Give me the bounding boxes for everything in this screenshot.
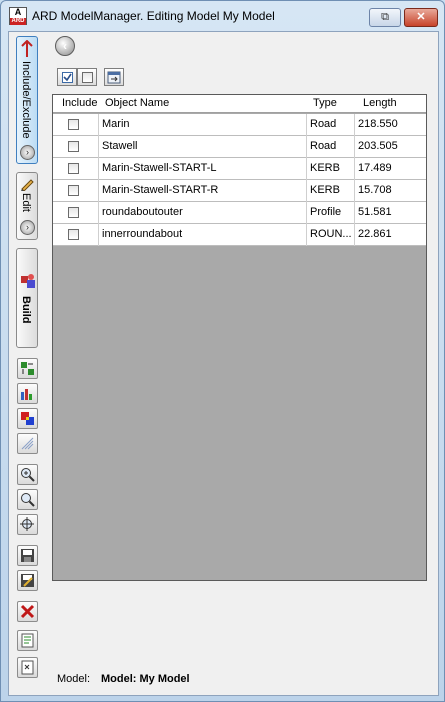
pencil-icon: [21, 179, 34, 191]
object-name-cell: innerroundabout: [99, 224, 307, 246]
window-title: ARD ModelManager. Editing Model My Model: [32, 9, 275, 23]
tab-edit-label: Edit: [20, 193, 32, 212]
report-tool-button[interactable]: [17, 630, 38, 651]
chart-icon: [21, 389, 32, 400]
build-icon: [21, 274, 35, 288]
chevron-right-icon: ›: [20, 220, 35, 235]
table-row[interactable]: Marin-Stawell-START-L KERB 17.489: [53, 158, 426, 180]
back-arrow-icon: ‹: [63, 39, 67, 53]
type-cell: KERB: [307, 158, 355, 180]
object-name-cell: Marin-Stawell-START-R: [99, 180, 307, 202]
properties-icon: [107, 71, 121, 83]
zoom-extents-icon: [20, 517, 34, 531]
tab-include-exclude-label: Include/Exclude: [20, 61, 32, 139]
include-cell: [53, 224, 99, 246]
export-tool-button[interactable]: [17, 358, 38, 379]
select-all-checkbox-icon: [61, 71, 73, 83]
include-cell: [53, 180, 99, 202]
window: A ARD ARD ModelManager. Editing Model My…: [0, 0, 445, 702]
column-header-object-name[interactable]: Object Name: [105, 97, 169, 109]
table-row[interactable]: Stawell Road 203.505: [53, 136, 426, 158]
include-cell: [53, 158, 99, 180]
layers-icon: [21, 437, 34, 450]
save-as-icon: [21, 574, 34, 587]
app-icon-letter: A: [14, 7, 22, 17]
properties-button[interactable]: [104, 68, 124, 86]
objects-table: Include Object Name Type Length Marin Ro…: [52, 94, 427, 581]
client-area: Include/Exclude › Edit › Build ‹ Include…: [8, 31, 439, 696]
delete-icon: [20, 604, 35, 619]
info-tool-button[interactable]: [17, 657, 38, 678]
include-checkbox[interactable]: [68, 119, 79, 130]
restore-button[interactable]: ⧉: [369, 8, 401, 27]
table-row[interactable]: roundaboutouter Profile 51.581: [53, 202, 426, 224]
include-checkbox[interactable]: [68, 229, 79, 240]
tab-include-exclude[interactable]: Include/Exclude ›: [16, 36, 38, 164]
deselect-all-checkbox-icon: [81, 71, 93, 83]
include-cell: [53, 136, 99, 158]
close-icon: ✕: [416, 11, 426, 23]
color-tool-button[interactable]: [17, 408, 38, 429]
length-cell: 51.581: [358, 206, 392, 218]
include-checkbox[interactable]: [68, 163, 79, 174]
type-cell: KERB: [307, 180, 355, 202]
chart-tool-button[interactable]: [17, 383, 38, 404]
export-icon: [21, 362, 34, 375]
column-header-type[interactable]: Type: [313, 97, 337, 109]
save-icon: [21, 549, 34, 562]
zoom-extents-tool-button[interactable]: [17, 514, 38, 535]
zoom-in-tool-button[interactable]: [17, 464, 38, 485]
save-as-tool-button[interactable]: [17, 570, 38, 591]
delete-tool-button[interactable]: [17, 601, 38, 622]
zoom-in-icon: [21, 468, 35, 482]
select-all-button[interactable]: [57, 68, 77, 86]
report-icon: [21, 633, 34, 648]
object-name-cell: Marin: [99, 114, 307, 136]
tab-build-label: Build: [20, 296, 32, 324]
tab-edit[interactable]: Edit ›: [16, 172, 38, 240]
title-bar: A ARD ARD ModelManager. Editing Model My…: [1, 1, 444, 31]
zoom-tool-button[interactable]: [17, 489, 38, 510]
back-button[interactable]: ‹: [55, 36, 75, 56]
length-cell: 15.708: [358, 184, 392, 196]
type-cell: Road: [307, 114, 355, 136]
column-header-include[interactable]: Include: [62, 97, 97, 109]
status-value: Model: My Model: [101, 673, 190, 685]
color-icon: [21, 412, 34, 425]
info-icon: [21, 660, 34, 675]
chevron-right-icon: ›: [20, 145, 35, 160]
column-header-length[interactable]: Length: [363, 97, 397, 109]
length-cell: 17.489: [358, 162, 392, 174]
object-name-cell: roundaboutouter: [99, 202, 307, 224]
type-cell: ROUN...: [307, 224, 355, 246]
table-row[interactable]: Marin Road 218.550: [53, 114, 426, 136]
include-cell: [53, 202, 99, 224]
table-row[interactable]: innerroundabout ROUN... 22.861: [53, 224, 426, 246]
zoom-icon: [21, 493, 35, 507]
length-cell: 218.550: [358, 118, 398, 130]
include-cell: [53, 114, 99, 136]
length-cell: 22.861: [358, 228, 392, 240]
include-checkbox[interactable]: [68, 141, 79, 152]
save-tool-button[interactable]: [17, 545, 38, 566]
include-checkbox[interactable]: [68, 185, 79, 196]
table-header: Include Object Name Type Length: [53, 95, 426, 113]
object-name-cell: Marin-Stawell-START-L: [99, 158, 307, 180]
table-row[interactable]: Marin-Stawell-START-R KERB 15.708: [53, 180, 426, 202]
app-icon-sub: ARD: [10, 18, 26, 25]
object-name-cell: Stawell: [99, 136, 307, 158]
type-cell: Profile: [307, 202, 355, 224]
deselect-all-button[interactable]: [77, 68, 97, 86]
close-button[interactable]: ✕: [404, 8, 438, 27]
include-checkbox[interactable]: [68, 207, 79, 218]
layers-tool-button[interactable]: [17, 433, 38, 454]
pointer-icon: [21, 40, 33, 57]
app-icon: A ARD: [9, 7, 27, 25]
length-cell: 203.505: [358, 140, 398, 152]
status-label: Model:: [57, 673, 91, 685]
restore-icon: ⧉: [381, 11, 389, 23]
tab-build[interactable]: Build: [16, 248, 38, 348]
type-cell: Road: [307, 136, 355, 158]
